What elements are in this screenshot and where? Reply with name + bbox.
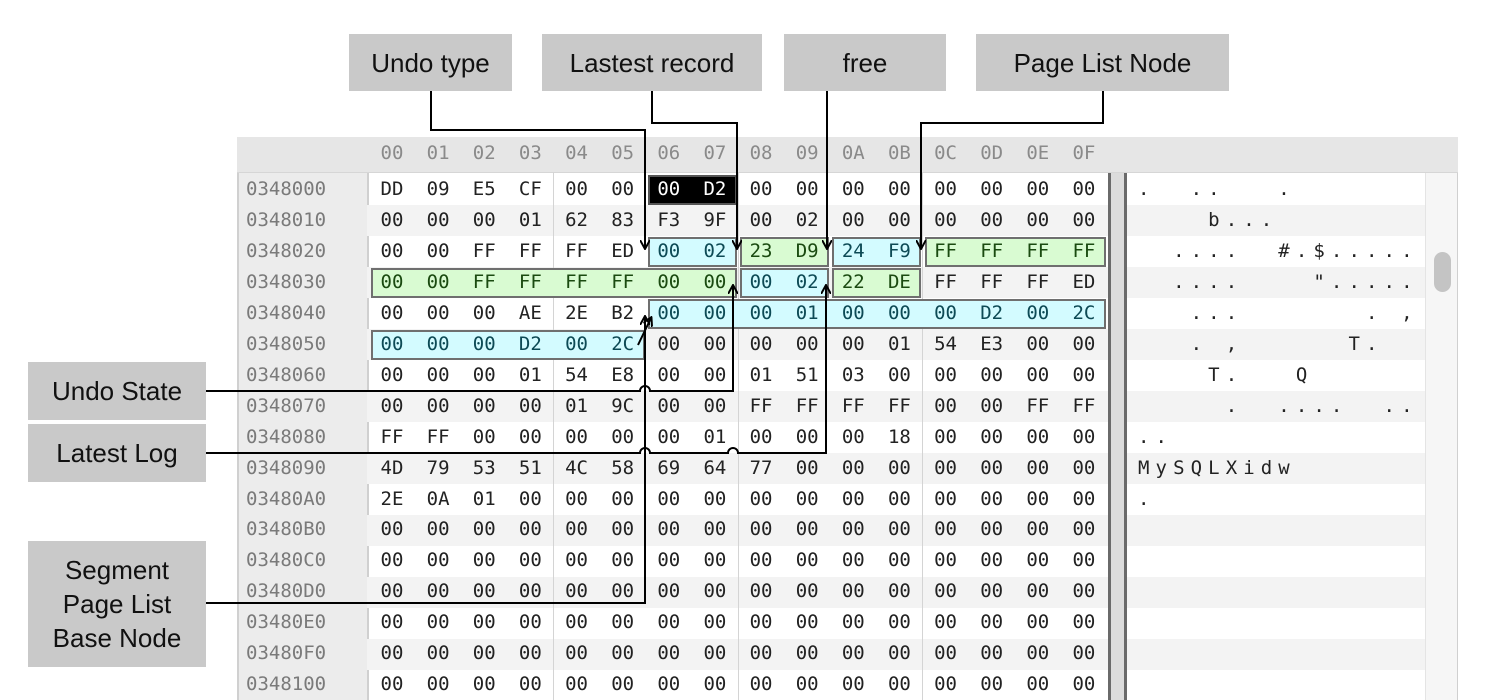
hex-diagram: Undo type Lastest record free Page List … bbox=[0, 0, 1486, 700]
arrow-page-list-node bbox=[921, 91, 1104, 248]
annotation-arrows bbox=[206, 91, 1104, 604]
arrow-segment-base-node bbox=[206, 317, 645, 604]
arrow-undo-state bbox=[206, 286, 733, 392]
arrow-undo-type bbox=[430, 91, 645, 248]
arrow-latest-record bbox=[651, 91, 737, 248]
